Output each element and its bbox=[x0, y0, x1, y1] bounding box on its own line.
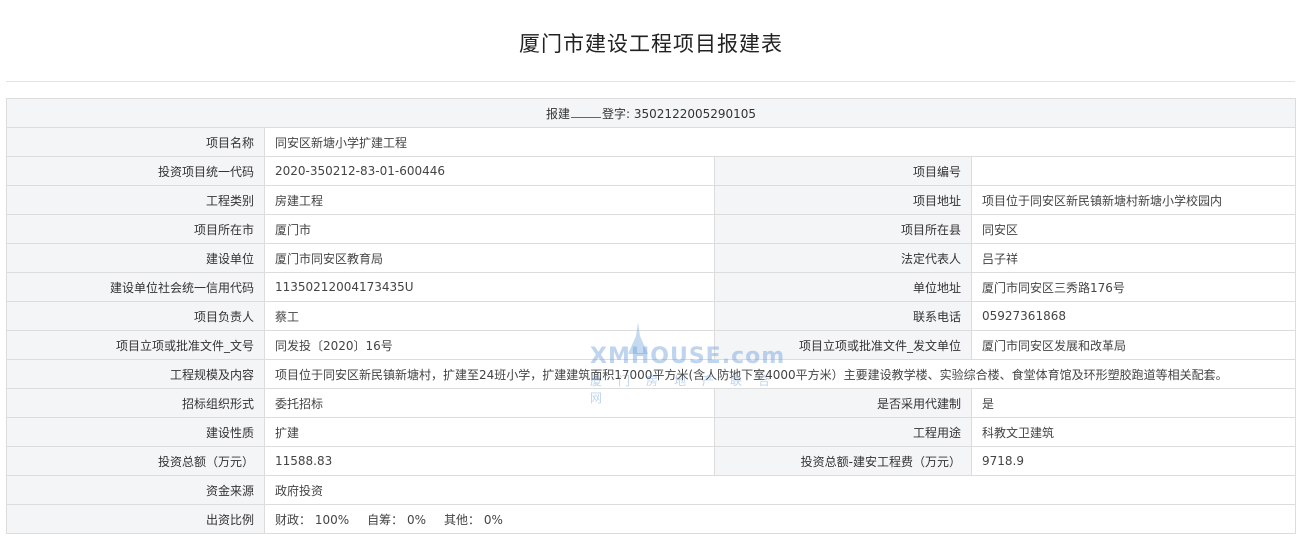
project-name-value: 同安区新塘小学扩建工程 bbox=[263, 127, 1297, 157]
table-row: 建设单位社会统一信用代码 11350212004173435U 单位地址 厦门市… bbox=[6, 272, 1297, 302]
credit-code-label: 建设单位社会统一信用代码 bbox=[6, 272, 265, 302]
scale-label: 工程规模及内容 bbox=[6, 359, 265, 389]
builder-label: 建设单位 bbox=[6, 243, 265, 273]
registration-row: 报建 登字: 3502122005290105 bbox=[5, 98, 1297, 128]
credit-code-value: 11350212004173435U bbox=[264, 272, 715, 302]
agent-system-label: 是否采用代建制 bbox=[714, 388, 972, 418]
legal-rep-value: 吕子祥 bbox=[970, 243, 1297, 273]
city-label: 项目所在市 bbox=[6, 214, 265, 244]
table-row: 投资总额（万元） 11588.83 投资总额-建安工程费（万元） 9718.9 bbox=[6, 446, 1297, 476]
ratio-gov-value: 100% bbox=[314, 512, 350, 527]
invest-code-value: 2020-350212-83-01-600446 bbox=[264, 156, 715, 186]
table-row: 项目负责人 蔡工 联系电话 05927361868 bbox=[6, 301, 1297, 331]
fund-source-label: 资金来源 bbox=[6, 475, 265, 505]
unit-address-label: 单位地址 bbox=[714, 272, 972, 302]
bidding-form-value: 委托招标 bbox=[264, 388, 715, 418]
registration-number: 3502122005290105 bbox=[633, 106, 757, 121]
title-divider bbox=[6, 81, 1295, 82]
approval-doc-no-label: 项目立项或批准文件_文号 bbox=[6, 330, 265, 360]
nature-label: 建设性质 bbox=[6, 417, 265, 447]
table-row: 资金来源 政府投资 bbox=[6, 475, 1297, 505]
approval-issuer-value: 厦门市同安区发展和改革局 bbox=[970, 330, 1297, 360]
ratio-self-value: 0% bbox=[407, 512, 427, 527]
legal-rep-label: 法定代表人 bbox=[714, 243, 972, 273]
project-type-value: 房建工程 bbox=[264, 185, 715, 215]
project-address-label: 项目地址 bbox=[714, 185, 972, 215]
registration-blank bbox=[571, 107, 602, 118]
total-invest-label: 投资总额（万元） bbox=[6, 446, 265, 476]
project-name-label: 项目名称 bbox=[6, 127, 265, 157]
table-row: 工程类别 房建工程 项目地址 项目位于同安区新民镇新塘村新塘小学校园内 bbox=[6, 185, 1297, 215]
city-value: 厦门市 bbox=[264, 214, 715, 244]
table-row: 工程规模及内容 项目位于同安区新民镇新塘村，扩建至24班小学，扩建建筑面积170… bbox=[6, 359, 1297, 389]
table-row: 出资比例 财政： 100% 自筹： 0% 其他： 0% bbox=[6, 504, 1297, 534]
approval-doc-no-value: 同发投〔2020〕16号 bbox=[264, 330, 715, 360]
install-cost-label: 投资总额-建安工程费（万元） bbox=[714, 446, 972, 476]
usage-value: 科教文卫建筑 bbox=[970, 417, 1297, 447]
total-invest-value: 11588.83 bbox=[264, 446, 715, 476]
registration-prefix: 报建 bbox=[546, 106, 571, 121]
bidding-form-label: 招标组织形式 bbox=[6, 388, 265, 418]
scale-value: 项目位于同安区新民镇新塘村，扩建至24班小学，扩建建筑面积17000平方米(含人… bbox=[263, 359, 1297, 389]
phone-label: 联系电话 bbox=[714, 301, 972, 331]
table-row: 项目名称 同安区新塘小学扩建工程 bbox=[6, 127, 1297, 157]
ratio-label: 出资比例 bbox=[6, 504, 265, 534]
county-value: 同安区 bbox=[970, 214, 1297, 244]
project-type-label: 工程类别 bbox=[6, 185, 265, 215]
ratio-other-value: 0% bbox=[483, 512, 503, 527]
table-row: 项目立项或批准文件_文号 同发投〔2020〕16号 项目立项或批准文件_发文单位… bbox=[6, 330, 1297, 360]
project-no-value bbox=[970, 156, 1297, 186]
ratio-value: 财政： 100% 自筹： 0% 其他： 0% bbox=[263, 504, 1297, 534]
unit-address-value: 厦门市同安区三秀路176号 bbox=[970, 272, 1297, 302]
project-leader-label: 项目负责人 bbox=[6, 301, 265, 331]
project-address-value: 项目位于同安区新民镇新塘村新塘小学校园内 bbox=[970, 185, 1297, 215]
ratio-other-label: 其他： bbox=[444, 512, 481, 527]
table-row: 招标组织形式 委托招标 是否采用代建制 是 bbox=[6, 388, 1297, 418]
county-label: 项目所在县 bbox=[714, 214, 972, 244]
approval-issuer-label: 项目立项或批准文件_发文单位 bbox=[714, 330, 972, 360]
page-title: 厦门市建设工程项目报建表 bbox=[519, 32, 783, 56]
table-row: 建设单位 厦门市同安区教育局 法定代表人 吕子祥 bbox=[6, 243, 1297, 273]
usage-label: 工程用途 bbox=[714, 417, 972, 447]
project-leader-value: 蔡工 bbox=[264, 301, 715, 331]
registration-middle: 登字: bbox=[602, 106, 631, 121]
ratio-gov-label: 财政： bbox=[275, 512, 312, 527]
builder-value: 厦门市同安区教育局 bbox=[264, 243, 715, 273]
registration-number-cell: 报建 登字: 3502122005290105 bbox=[5, 98, 1297, 128]
nature-value: 扩建 bbox=[264, 417, 715, 447]
install-cost-value: 9718.9 bbox=[970, 446, 1297, 476]
table-row: 建设性质 扩建 工程用途 科教文卫建筑 bbox=[6, 417, 1297, 447]
fund-source-value: 政府投资 bbox=[263, 475, 1297, 505]
table-row: 投资项目统一代码 2020-350212-83-01-600446 项目编号 bbox=[6, 156, 1297, 186]
agent-system-value: 是 bbox=[970, 388, 1297, 418]
table-row: 项目所在市 厦门市 项目所在县 同安区 bbox=[6, 214, 1297, 244]
project-registration-table: 报建 登字: 3502122005290105 项目名称 同安区新塘小学扩建工程 … bbox=[5, 98, 1297, 534]
project-no-label: 项目编号 bbox=[714, 156, 972, 186]
phone-value: 05927361868 bbox=[970, 301, 1297, 331]
ratio-self-label: 自筹： bbox=[367, 512, 404, 527]
invest-code-label: 投资项目统一代码 bbox=[6, 156, 265, 186]
